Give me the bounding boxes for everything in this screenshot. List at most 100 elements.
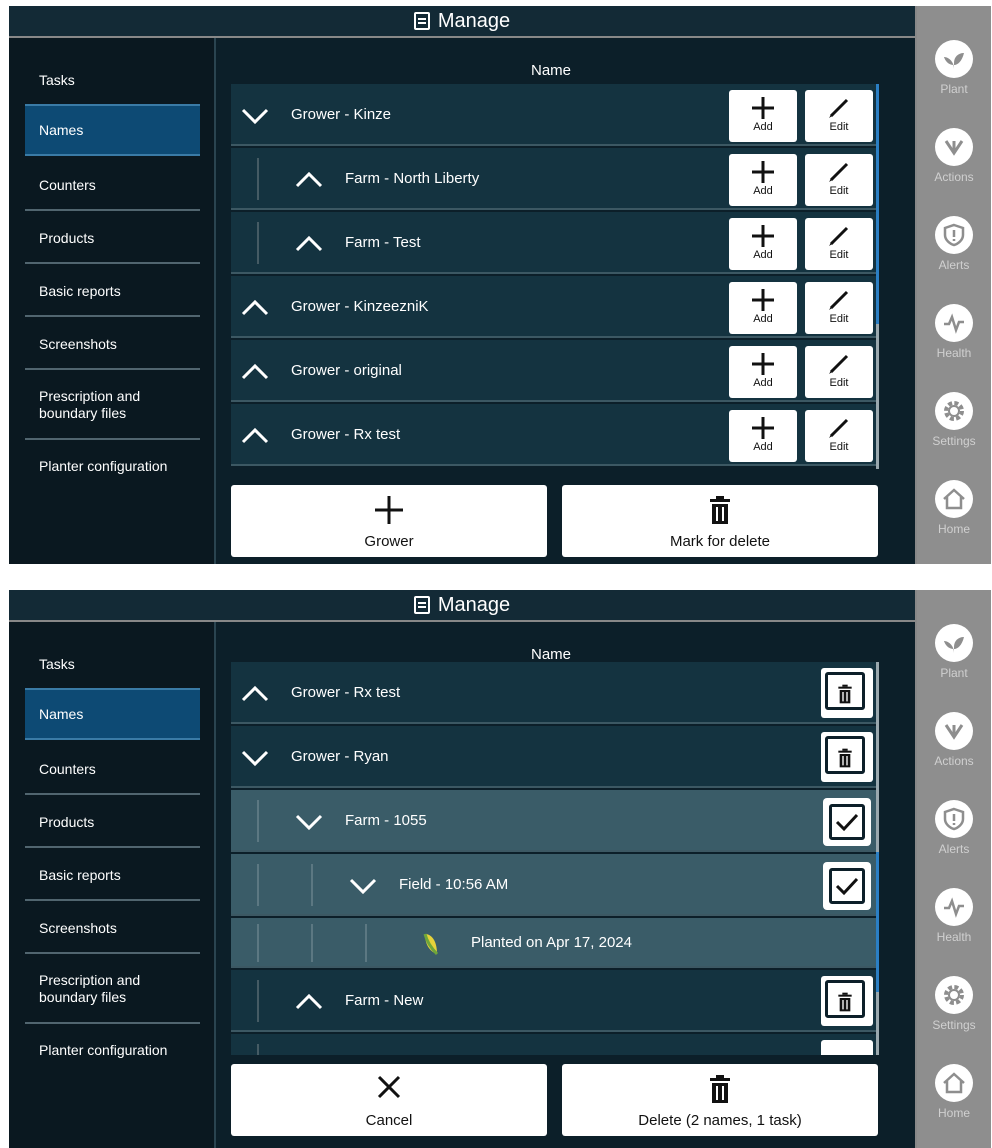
add-button[interactable]: Add — [729, 90, 797, 142]
mark-for-delete-button[interactable]: Mark for delete — [562, 485, 878, 557]
sidebar-item-planter-configuration[interactable]: Planter configuration — [25, 1030, 200, 1070]
chevron-up-icon[interactable] — [295, 230, 323, 258]
add-grower-button[interactable]: Grower — [231, 485, 547, 557]
add-button[interactable]: Add — [729, 154, 797, 206]
nav-home[interactable]: Home — [917, 1064, 991, 1120]
sidebar-item-label: Tasks — [39, 656, 75, 672]
home-icon — [935, 480, 973, 518]
chevron-up-icon[interactable] — [295, 1052, 323, 1055]
chevron-up-icon[interactable] — [241, 358, 269, 386]
sidebar-item-counters[interactable]: Counters — [25, 162, 200, 208]
column-header-name: Name — [530, 62, 571, 79]
sidebar-item-names[interactable]: Names — [25, 688, 200, 740]
list-item-selected: Farm - 1055 — [231, 790, 876, 852]
sidebar-item-basic-reports[interactable]: Basic reports — [25, 268, 200, 314]
divider — [25, 952, 200, 954]
tree-line — [257, 158, 259, 200]
nav-label: Plant — [940, 82, 968, 96]
nav-settings[interactable]: Settings — [917, 392, 991, 448]
page-title: Manage — [437, 593, 511, 616]
delete-label: Delete (2 names, 1 task) — [638, 1112, 802, 1129]
checked-checkbox[interactable] — [823, 862, 871, 910]
sidebar-item-screenshots[interactable]: Screenshots — [25, 321, 200, 367]
shield-alert-icon — [935, 216, 973, 254]
tree-line — [257, 222, 259, 264]
nav-actions[interactable]: Actions — [917, 128, 991, 184]
pencil-icon — [829, 98, 849, 118]
sidebar-item-tasks[interactable]: Tasks — [25, 60, 200, 100]
checkbox-frame — [829, 804, 865, 840]
nav-label: Alerts — [938, 258, 970, 272]
nav-label: Settings — [932, 1018, 976, 1032]
row-label: Grower - Rx test — [291, 683, 401, 701]
chevron-up-icon[interactable] — [241, 294, 269, 322]
edit-button[interactable]: Edit — [805, 282, 873, 334]
nav-settings[interactable]: Settings — [917, 976, 991, 1032]
nav-home[interactable]: Home — [917, 480, 991, 536]
chevron-down-icon[interactable] — [241, 102, 269, 130]
sidebar-item-label: Prescription and boundary files — [39, 388, 141, 421]
names-content: Name Grower - Rx test Grower - Ryan Farm… — [216, 622, 915, 1148]
tree-line — [257, 1044, 259, 1055]
edit-button[interactable]: Edit — [805, 218, 873, 270]
nav-health[interactable]: Health — [917, 888, 991, 944]
add-button[interactable]: Add — [729, 346, 797, 398]
delete-toggle-button[interactable] — [821, 732, 873, 782]
sidebar-item-planter-configuration[interactable]: Planter configuration — [25, 446, 200, 486]
actions-icon — [935, 128, 973, 166]
sidebar-item-tasks[interactable]: Tasks — [25, 644, 200, 684]
row-label: Field - 10:56 AM — [399, 875, 509, 893]
trash-icon — [838, 748, 852, 768]
add-label: Add — [753, 249, 773, 261]
row-label: Farm - Test — [345, 233, 421, 251]
delete-button[interactable]: Delete (2 names, 1 task) — [562, 1064, 878, 1136]
edit-button[interactable]: Edit — [805, 90, 873, 142]
sidebar-item-basic-reports[interactable]: Basic reports — [25, 852, 200, 898]
chevron-up-icon[interactable] — [241, 680, 269, 708]
tree-line — [257, 864, 259, 906]
edit-button[interactable]: Edit — [805, 346, 873, 398]
nav-plant[interactable]: Plant — [917, 624, 991, 680]
row-label: Farm - North Liberty — [345, 169, 480, 187]
chevron-up-icon[interactable] — [295, 988, 323, 1016]
nav-health[interactable]: Health — [917, 304, 991, 360]
chevron-up-icon[interactable] — [295, 166, 323, 194]
page-title: Manage — [437, 9, 511, 32]
chevron-up-icon[interactable] — [241, 422, 269, 450]
nav-alerts[interactable]: Alerts — [917, 216, 991, 272]
scrollbar-thumb[interactable] — [876, 852, 879, 992]
list-item: Grower - Ryan — [231, 726, 876, 788]
cancel-button[interactable]: Cancel — [231, 1064, 547, 1136]
nav-label: Home — [937, 522, 970, 536]
edit-button[interactable]: Edit — [805, 410, 873, 462]
nav-actions[interactable]: Actions — [917, 712, 991, 768]
sidebar-item-counters[interactable]: Counters — [25, 746, 200, 792]
row-label: Grower - original — [291, 361, 402, 379]
row-label: Grower - Rx test — [291, 425, 401, 443]
sidebar-item-products[interactable]: Products — [25, 215, 200, 261]
chevron-down-icon[interactable] — [349, 872, 377, 900]
scrollbar-thumb[interactable] — [876, 84, 879, 324]
add-button[interactable]: Add — [729, 282, 797, 334]
nav-alerts[interactable]: Alerts — [917, 800, 991, 856]
edit-button[interactable]: Edit — [805, 154, 873, 206]
pulse-icon — [935, 888, 973, 926]
row-label: Farm - New — [345, 991, 424, 1009]
chevron-down-icon[interactable] — [241, 744, 269, 772]
nav-plant[interactable]: Plant — [917, 40, 991, 96]
sidebar-item-prescription-files[interactable]: Prescription and boundary files — [25, 378, 200, 432]
chevron-down-icon[interactable] — [295, 808, 323, 836]
sidebar-item-names[interactable]: Names — [25, 104, 200, 156]
sidebar-item-prescription-files[interactable]: Prescription and boundary files — [25, 962, 200, 1016]
delete-toggle-button[interactable] — [821, 668, 873, 718]
tree-line — [257, 980, 259, 1022]
sidebar-item-products[interactable]: Products — [25, 799, 200, 845]
add-button[interactable]: Add — [729, 218, 797, 270]
sidebar-item-screenshots[interactable]: Screenshots — [25, 905, 200, 951]
list-item: Grower - KinzeezniK Add Edit — [231, 276, 876, 338]
checked-checkbox[interactable] — [823, 798, 871, 846]
add-button[interactable]: Add — [729, 410, 797, 462]
delete-toggle-button[interactable] — [821, 976, 873, 1026]
delete-toggle-button[interactable] — [821, 1040, 873, 1055]
names-content: Name Grower - Kinze Add Edit Farm - Nort… — [216, 38, 915, 564]
